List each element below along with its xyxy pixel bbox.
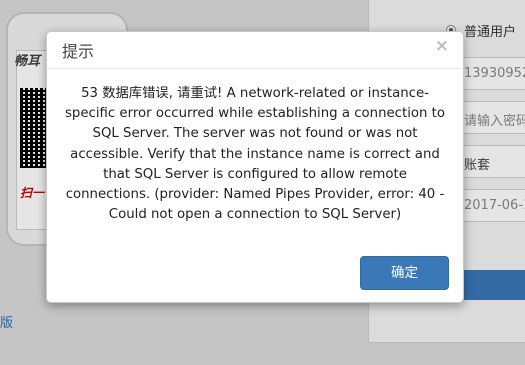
error-dialog: 提示 × 53 数据库错误, 请重试! A network-related or… [46, 31, 464, 303]
dialog-header: 提示 × [47, 32, 463, 69]
confirm-button[interactable]: 确定 [360, 256, 449, 290]
dialog-title: 提示 [62, 42, 95, 61]
error-message: 53 数据库错误, 请重试! A network-related or inst… [64, 86, 446, 223]
close-icon[interactable]: × [435, 38, 449, 55]
